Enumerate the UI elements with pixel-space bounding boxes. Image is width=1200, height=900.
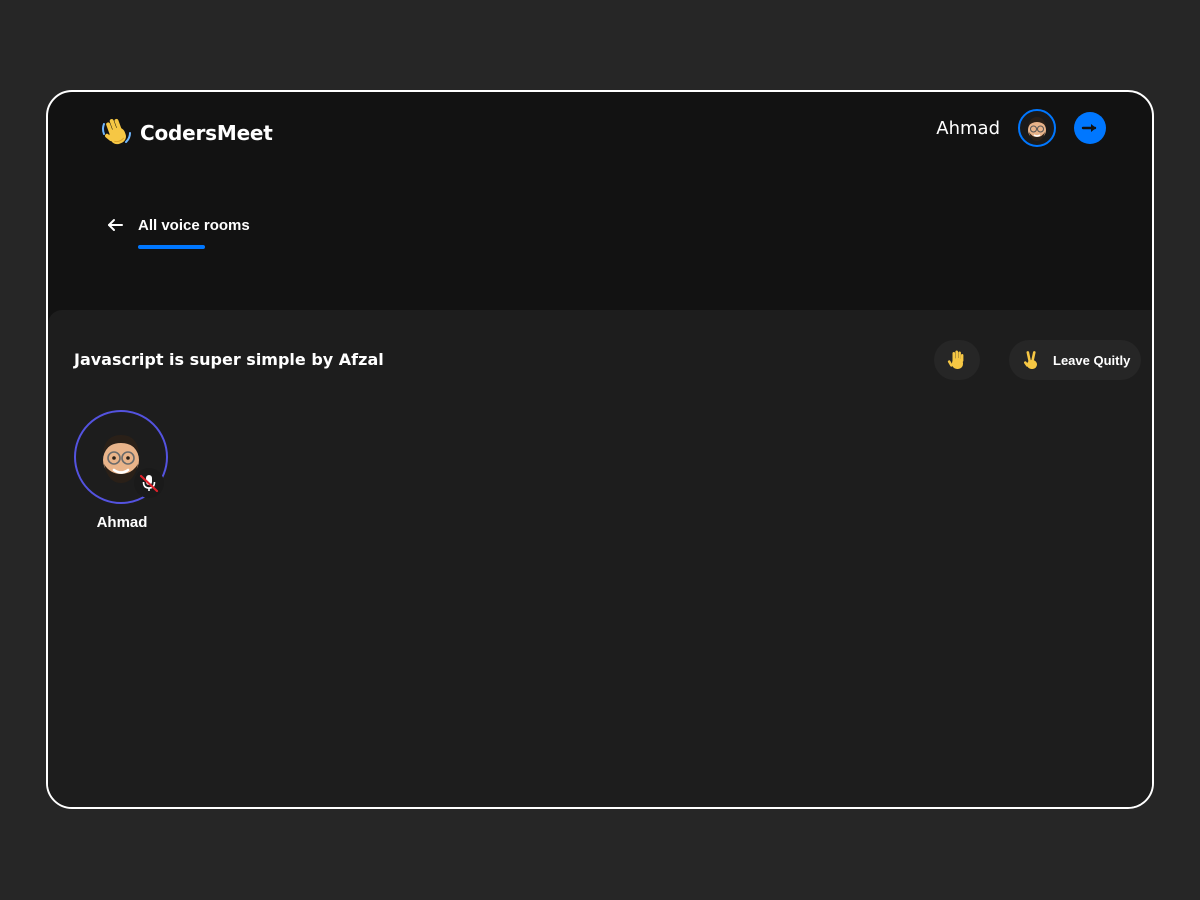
active-tab-underline (138, 245, 205, 249)
waving-hand-icon (102, 118, 131, 145)
speaker-name: Ahmad (96, 514, 148, 531)
user-avatar[interactable] (1018, 109, 1056, 147)
speaker-tile[interactable]: Ahmad (74, 410, 170, 531)
header-user-name: Ahmad (936, 117, 1000, 139)
brand[interactable]: CodersMeet (100, 116, 273, 150)
room-panel: Javascript is super simple by Afzal Leav… (48, 310, 1152, 807)
back-label: All voice rooms (138, 216, 250, 234)
raised-hand-icon (947, 350, 964, 369)
speaker-avatar-ring (74, 410, 168, 504)
leave-room-label: Leave Quitly (1053, 352, 1131, 368)
arrow-left-icon (108, 219, 123, 231)
leave-room-button[interactable]: Leave Quitly (1009, 340, 1141, 380)
victory-hand-icon (1024, 351, 1037, 369)
back-to-rooms-link[interactable]: All voice rooms (106, 216, 250, 234)
avatar-icon (1028, 117, 1046, 141)
room-title: Javascript is super simple by Afzal (74, 350, 384, 369)
app-window: CodersMeet Ahmad All voice rooms Javascr… (46, 90, 1154, 809)
mic-muted-icon (139, 474, 159, 493)
raise-hand-button[interactable] (934, 340, 980, 380)
top-header: CodersMeet Ahmad (48, 92, 1152, 172)
logout-button[interactable] (1074, 112, 1106, 144)
arrow-right-icon (1081, 124, 1097, 132)
muted-mic-badge (134, 468, 164, 498)
brand-name: CodersMeet (140, 121, 273, 145)
user-area: Ahmad (936, 109, 1106, 147)
